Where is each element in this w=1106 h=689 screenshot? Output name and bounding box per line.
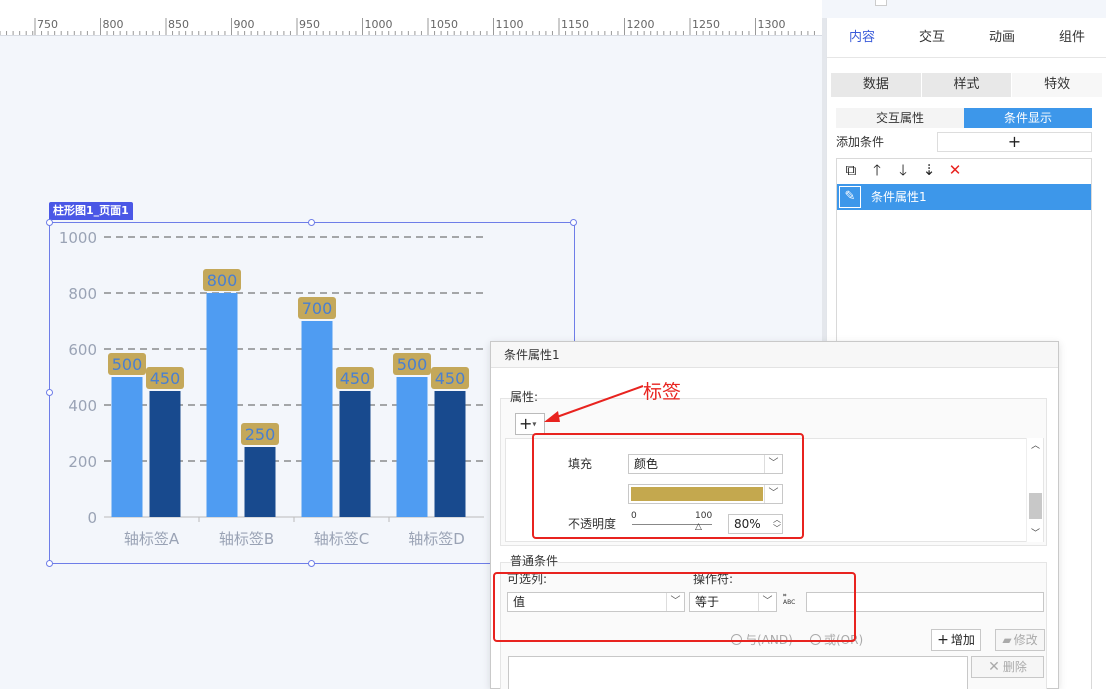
- add-condition-label: 添加条件: [836, 135, 885, 149]
- x-tick-label: 轴标签B: [219, 530, 274, 548]
- x-tick-label: 轴标签A: [124, 530, 180, 548]
- attribute-scrollbar[interactable]: ︿ ﹀: [1026, 438, 1043, 542]
- general-conditions-label: 普通条件: [510, 554, 559, 568]
- condition-expression-list[interactable]: [508, 656, 968, 689]
- tab-animation[interactable]: 动画: [967, 18, 1037, 57]
- data-label: 700: [302, 299, 333, 318]
- delete-icon[interactable]: ✕: [946, 161, 964, 179]
- delete-button[interactable]: ✕ 删除: [971, 656, 1044, 678]
- add-condition-button[interactable]: +: [937, 132, 1092, 152]
- annotation-box-condition: [493, 572, 856, 642]
- arrow-down-icon[interactable]: 🡓: [894, 161, 912, 179]
- widget-name-tag[interactable]: 柱形图1_页面1: [49, 202, 133, 220]
- scroll-down-icon[interactable]: ﹀: [1029, 526, 1042, 539]
- effect-tabs: 交互属性 条件显示: [836, 108, 1092, 128]
- data-label: 450: [340, 369, 371, 388]
- add-button-label: 增加: [950, 633, 975, 647]
- modify-button-label: 修改: [1013, 633, 1038, 647]
- annotation-label: 标签: [643, 381, 682, 403]
- bar: [244, 447, 276, 517]
- ruler-label: 850: [168, 18, 189, 31]
- resize-handle-bl[interactable]: [46, 560, 53, 567]
- data-label: 800: [207, 271, 238, 290]
- y-tick-label: 0: [87, 509, 97, 527]
- ruler-label: 1000: [364, 18, 393, 31]
- annotation-box-attribute: [532, 433, 804, 539]
- pen-icon[interactable]: ✎: [839, 186, 861, 208]
- ruler-label: 1250: [692, 18, 720, 31]
- tab-interaction[interactable]: 交互: [897, 18, 967, 57]
- bar: [339, 391, 371, 517]
- resize-handle-tl[interactable]: [46, 219, 53, 226]
- y-tick-label: 200: [68, 453, 97, 471]
- bar: [111, 377, 143, 517]
- x-tick-label: 轴标签C: [314, 530, 369, 548]
- condition-list-item[interactable]: ✎ 条件属性1: [837, 184, 1091, 210]
- resize-handle-tc[interactable]: [308, 219, 315, 226]
- delete-button-label: 删除: [1002, 660, 1027, 674]
- y-tick-label: 400: [68, 397, 97, 415]
- data-label: 500: [112, 355, 143, 374]
- close-icon: ✕: [988, 659, 1000, 675]
- scrollbar-thumb[interactable]: [1029, 493, 1042, 519]
- y-tick-label: 600: [68, 341, 97, 359]
- copy-icon[interactable]: ⧉: [842, 161, 860, 179]
- ruler-label: 1300: [757, 18, 786, 31]
- subtab-effects[interactable]: 特效: [1012, 73, 1104, 97]
- attributes-label: 属性:: [510, 390, 539, 404]
- modify-button[interactable]: ▰ 修改: [995, 629, 1045, 651]
- data-label: 500: [397, 355, 428, 374]
- bar: [149, 391, 181, 517]
- y-tick-label: 1000: [59, 229, 97, 247]
- sort-icon[interactable]: ⇣: [920, 161, 938, 179]
- app-root: 750 800 850 900 950 1000 1050 1100 1150 1200 1250 1…: [0, 0, 1106, 689]
- ruler-label: 800: [102, 18, 124, 31]
- scroll-up-icon[interactable]: ︿: [1029, 438, 1042, 451]
- dialog-title: 条件属性1: [491, 342, 1058, 368]
- resize-handle-bc[interactable]: [308, 560, 315, 567]
- ruler-label: 1200: [626, 18, 655, 31]
- ruler-label: 750: [37, 18, 58, 31]
- condition-item-label: 条件属性1: [871, 190, 927, 204]
- annotation-arrow: [544, 385, 644, 422]
- tab-interaction-properties[interactable]: 交互属性: [836, 108, 964, 128]
- bar: [396, 377, 428, 517]
- plus-icon: +: [937, 632, 949, 648]
- bar: [301, 321, 333, 517]
- resize-handle-tr[interactable]: [570, 219, 577, 226]
- x-tick-label: 轴标签D: [408, 530, 465, 548]
- panel-tabs: 内容 交互 动画 组件: [827, 18, 1106, 58]
- subtab-data[interactable]: 数据: [831, 73, 922, 97]
- horizontal-ruler: 750 800 850 900 950 1000 1050 1100 1150 1200 1250 1…: [0, 18, 822, 36]
- bar: [434, 391, 466, 517]
- toolbar-fragment: [875, 0, 887, 6]
- ruler-label: 1050: [430, 18, 458, 31]
- dropdown-caret-icon: ▾: [532, 419, 537, 429]
- add-condition-row-button[interactable]: + 增加: [931, 629, 981, 651]
- ruler-label: 950: [299, 18, 320, 31]
- sub-tabs: 数据 样式 特效: [831, 73, 1104, 97]
- tab-conditional-display[interactable]: 条件显示: [964, 108, 1092, 128]
- tab-component[interactable]: 组件: [1037, 18, 1106, 57]
- top-toolbar-strip: [0, 0, 887, 18]
- condition-list-toolbar: ⧉ 🡑 🡓 ⇣ ✕: [837, 159, 1091, 183]
- ruler-label: 900: [233, 18, 255, 31]
- folder-icon: ▰: [1002, 633, 1012, 647]
- data-label: 450: [150, 369, 181, 388]
- ruler-label: 1150: [561, 18, 589, 31]
- resize-handle-ml[interactable]: [46, 389, 53, 396]
- plus-icon: +: [519, 414, 533, 433]
- data-label: 250: [245, 425, 276, 444]
- bar: [206, 293, 238, 517]
- y-tick-label: 800: [68, 285, 97, 303]
- tab-content[interactable]: 内容: [827, 18, 897, 57]
- data-label: 450: [435, 369, 466, 388]
- subtab-style[interactable]: 样式: [922, 73, 1013, 97]
- ruler-label: 1100: [495, 18, 524, 31]
- arrow-up-icon[interactable]: 🡑: [868, 161, 886, 179]
